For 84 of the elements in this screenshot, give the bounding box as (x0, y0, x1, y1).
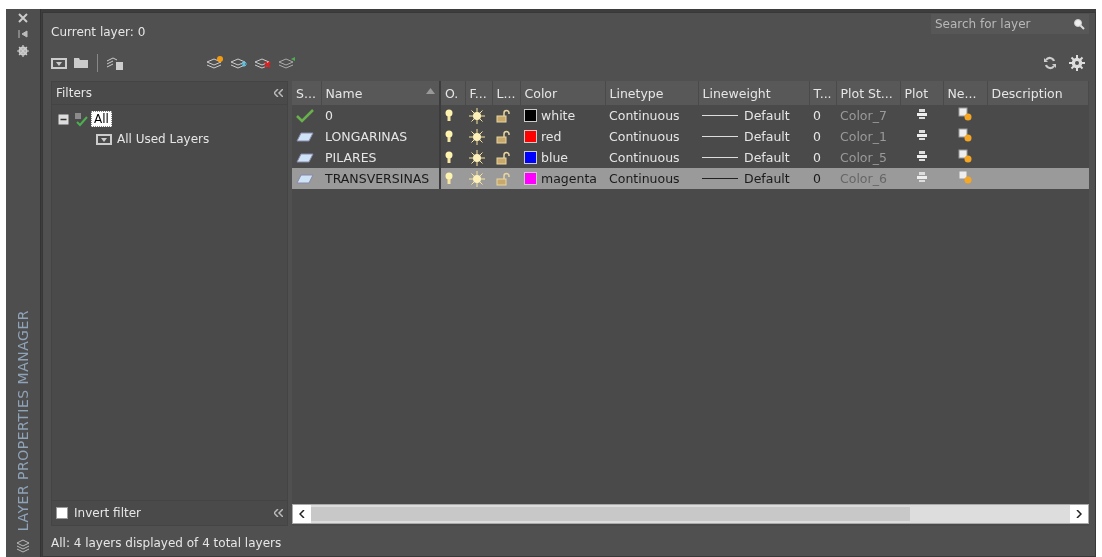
color-swatch[interactable] (524, 130, 537, 143)
color-swatch[interactable] (524, 172, 537, 185)
scroll-right-icon[interactable] (1076, 510, 1082, 518)
lit-bulb-icon[interactable] (445, 109, 453, 122)
linetype: Continuous (609, 129, 680, 144)
new-layer-vp-frozen-icon[interactable] (230, 56, 248, 70)
collapse-icon[interactable] (274, 509, 283, 517)
lit-bulb-icon[interactable] (445, 151, 453, 164)
transparency: 0 (813, 171, 821, 186)
refresh-icon[interactable] (1043, 56, 1057, 70)
plot-style: Color_1 (840, 129, 887, 144)
viewport-sun-icon[interactable] (958, 149, 972, 163)
lineweight: Default (744, 150, 790, 165)
filter-folder-icon (96, 133, 112, 145)
color-swatch[interactable] (524, 151, 537, 164)
scroll-left-icon[interactable] (299, 510, 305, 518)
status-text: All: 4 layers displayed of 4 total layers (51, 535, 283, 552)
delete-layer-icon[interactable] (254, 56, 272, 70)
sort-ascending-icon (426, 87, 435, 94)
lineweight: Default (744, 171, 790, 186)
collapse-icon[interactable] (58, 113, 69, 125)
layer-name: PILARES (325, 150, 377, 165)
search-field[interactable]: Search for layer (931, 14, 1089, 34)
transparency: 0 (813, 129, 821, 144)
settings-icon[interactable] (17, 45, 29, 57)
layer-icon (296, 152, 314, 163)
color-name: magenta (541, 171, 597, 186)
new-layer-icon[interactable] (206, 56, 224, 70)
viewport-sun-icon[interactable] (958, 128, 972, 142)
lineweight: Default (744, 129, 790, 144)
printer-icon[interactable] (915, 129, 928, 141)
transparency: 0 (813, 150, 821, 165)
printer-icon[interactable] (915, 108, 928, 120)
layer-name: TRANSVERSINAS (325, 171, 430, 186)
lit-bulb-icon[interactable] (445, 130, 453, 143)
folder-icon[interactable] (73, 57, 89, 69)
lineweight-line (702, 157, 738, 158)
collapse-icon[interactable] (274, 89, 283, 97)
settings-icon[interactable] (1069, 55, 1085, 71)
plot-style: Color_5 (840, 150, 887, 165)
viewport-sun-icon[interactable] (958, 107, 972, 121)
layer-name: LONGARINAS (325, 129, 408, 144)
lineweight: Default (744, 108, 790, 123)
layer-row[interactable]: 0 white Continuous Default 0 Color_7 (292, 105, 1089, 126)
checkmark-icon (296, 108, 314, 123)
layer-icon (296, 131, 314, 142)
color-name: white (541, 108, 576, 123)
horizontal-scrollbar[interactable] (292, 504, 1089, 524)
transparency: 0 (813, 108, 821, 123)
layer-name: 0 (325, 108, 333, 123)
new-filter-icon[interactable] (51, 57, 67, 69)
filter-item[interactable]: All (91, 111, 112, 127)
search-icon (1073, 18, 1085, 30)
layers-icon (15, 539, 31, 553)
linetype: Continuous (609, 108, 680, 123)
lineweight-line (702, 178, 738, 179)
palette-title: LAYER PROPERTIES MANAGER (15, 309, 31, 531)
printer-icon[interactable] (915, 150, 928, 162)
layer-icon (296, 173, 314, 184)
pin-icon[interactable] (18, 29, 28, 39)
filters-title: Filters (56, 86, 92, 100)
layer-states-icon[interactable] (106, 56, 124, 70)
color-name: blue (541, 150, 569, 165)
linetype: Continuous (609, 150, 680, 165)
open-lock-icon[interactable] (496, 129, 510, 144)
color-swatch[interactable] (524, 109, 537, 122)
sun-icon[interactable] (469, 107, 485, 124)
plot-style: Color_7 (840, 108, 887, 123)
invert-filter-label: Invert filter (74, 506, 141, 520)
set-current-icon[interactable] (278, 56, 296, 70)
open-lock-icon[interactable] (496, 108, 510, 123)
color-name: red (541, 129, 562, 144)
sun-icon[interactable] (469, 149, 485, 166)
lineweight-line (702, 115, 738, 116)
close-icon[interactable] (18, 13, 28, 23)
open-lock-icon[interactable] (496, 150, 510, 165)
linetype: Continuous (609, 171, 680, 186)
filter-all-icon (72, 111, 88, 127)
current-layer-label: Current layer: 0 (51, 25, 146, 39)
lineweight-line (702, 136, 738, 137)
invert-filter-checkbox[interactable] (56, 507, 68, 519)
sun-icon[interactable] (469, 128, 485, 145)
filter-item[interactable]: All Used Layers (115, 132, 212, 146)
layer-row[interactable]: LONGARINAS red Continuous Default 0 Color_1 (292, 126, 1089, 147)
